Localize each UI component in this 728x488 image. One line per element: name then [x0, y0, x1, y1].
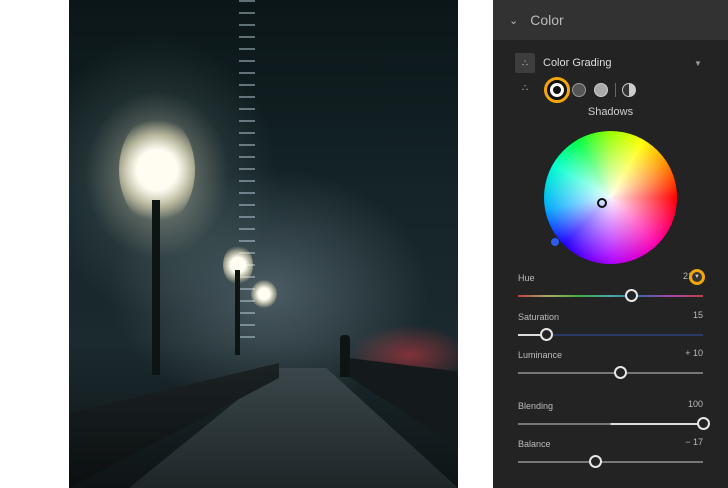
color-section-header[interactable]: ⌄ Color — [493, 0, 728, 40]
slider-thumb-saturation[interactable] — [539, 328, 553, 341]
lamp-post — [152, 200, 160, 375]
lamp-post — [235, 270, 240, 355]
color-grading-icon[interactable]: ∴ — [515, 53, 535, 73]
midtones-mode-button[interactable] — [572, 83, 586, 97]
slider-label-blending: Blending — [518, 401, 554, 411]
slider-thumb-blending[interactable] — [697, 417, 710, 430]
luminance-dot[interactable] — [551, 238, 559, 246]
chevron-down-icon: ⌄ — [509, 14, 519, 27]
street-lamp-glow — [251, 280, 277, 308]
hue-expand-icon[interactable]: ▼ — [689, 269, 705, 285]
shadows-mode-button[interactable] — [544, 77, 570, 103]
color-wheel[interactable] — [544, 131, 677, 264]
slider-track-blending[interactable] — [518, 423, 703, 425]
slider-thumb-luminance[interactable] — [613, 366, 627, 379]
highlights-mode-button[interactable] — [594, 83, 608, 97]
all-wheels-icon[interactable]: ∴ — [522, 83, 528, 94]
slider-thumb-hue[interactable] — [624, 289, 638, 302]
mode-label: Shadows — [587, 106, 634, 118]
color-panel: ⌄Color ∴ Color Grading ▼ ∴ Shadows Hue 2… — [493, 0, 728, 488]
slider-value-luminance[interactable]: + 10 — [685, 348, 703, 358]
shadows-icon — [550, 83, 564, 97]
slider-value-blending[interactable]: 100 — [688, 399, 703, 409]
slider-value-balance[interactable]: − 17 — [685, 437, 703, 447]
global-mode-button[interactable] — [622, 83, 636, 97]
slider-thumb-balance[interactable] — [588, 455, 602, 468]
divider — [615, 83, 616, 97]
slider-label-balance: Balance — [518, 439, 551, 449]
slider-value-saturation[interactable]: 15 — [693, 310, 703, 320]
slider-track-luminance[interactable] — [518, 372, 703, 374]
slider-label-hue: Hue — [518, 273, 535, 283]
slider-label-saturation: Saturation — [518, 312, 560, 322]
slider-track-hue[interactable] — [518, 295, 703, 297]
tool-title: Color Grading — [543, 57, 612, 69]
dropdown-arrow-icon[interactable]: ▼ — [694, 59, 702, 68]
section-title: Color — [530, 12, 564, 28]
wheel-picker[interactable] — [597, 198, 607, 208]
walking-person — [340, 335, 350, 377]
night-bridge-photo — [69, 0, 458, 488]
slider-label-luminance: Luminance — [518, 350, 563, 360]
slider-track-balance[interactable] — [518, 461, 703, 463]
